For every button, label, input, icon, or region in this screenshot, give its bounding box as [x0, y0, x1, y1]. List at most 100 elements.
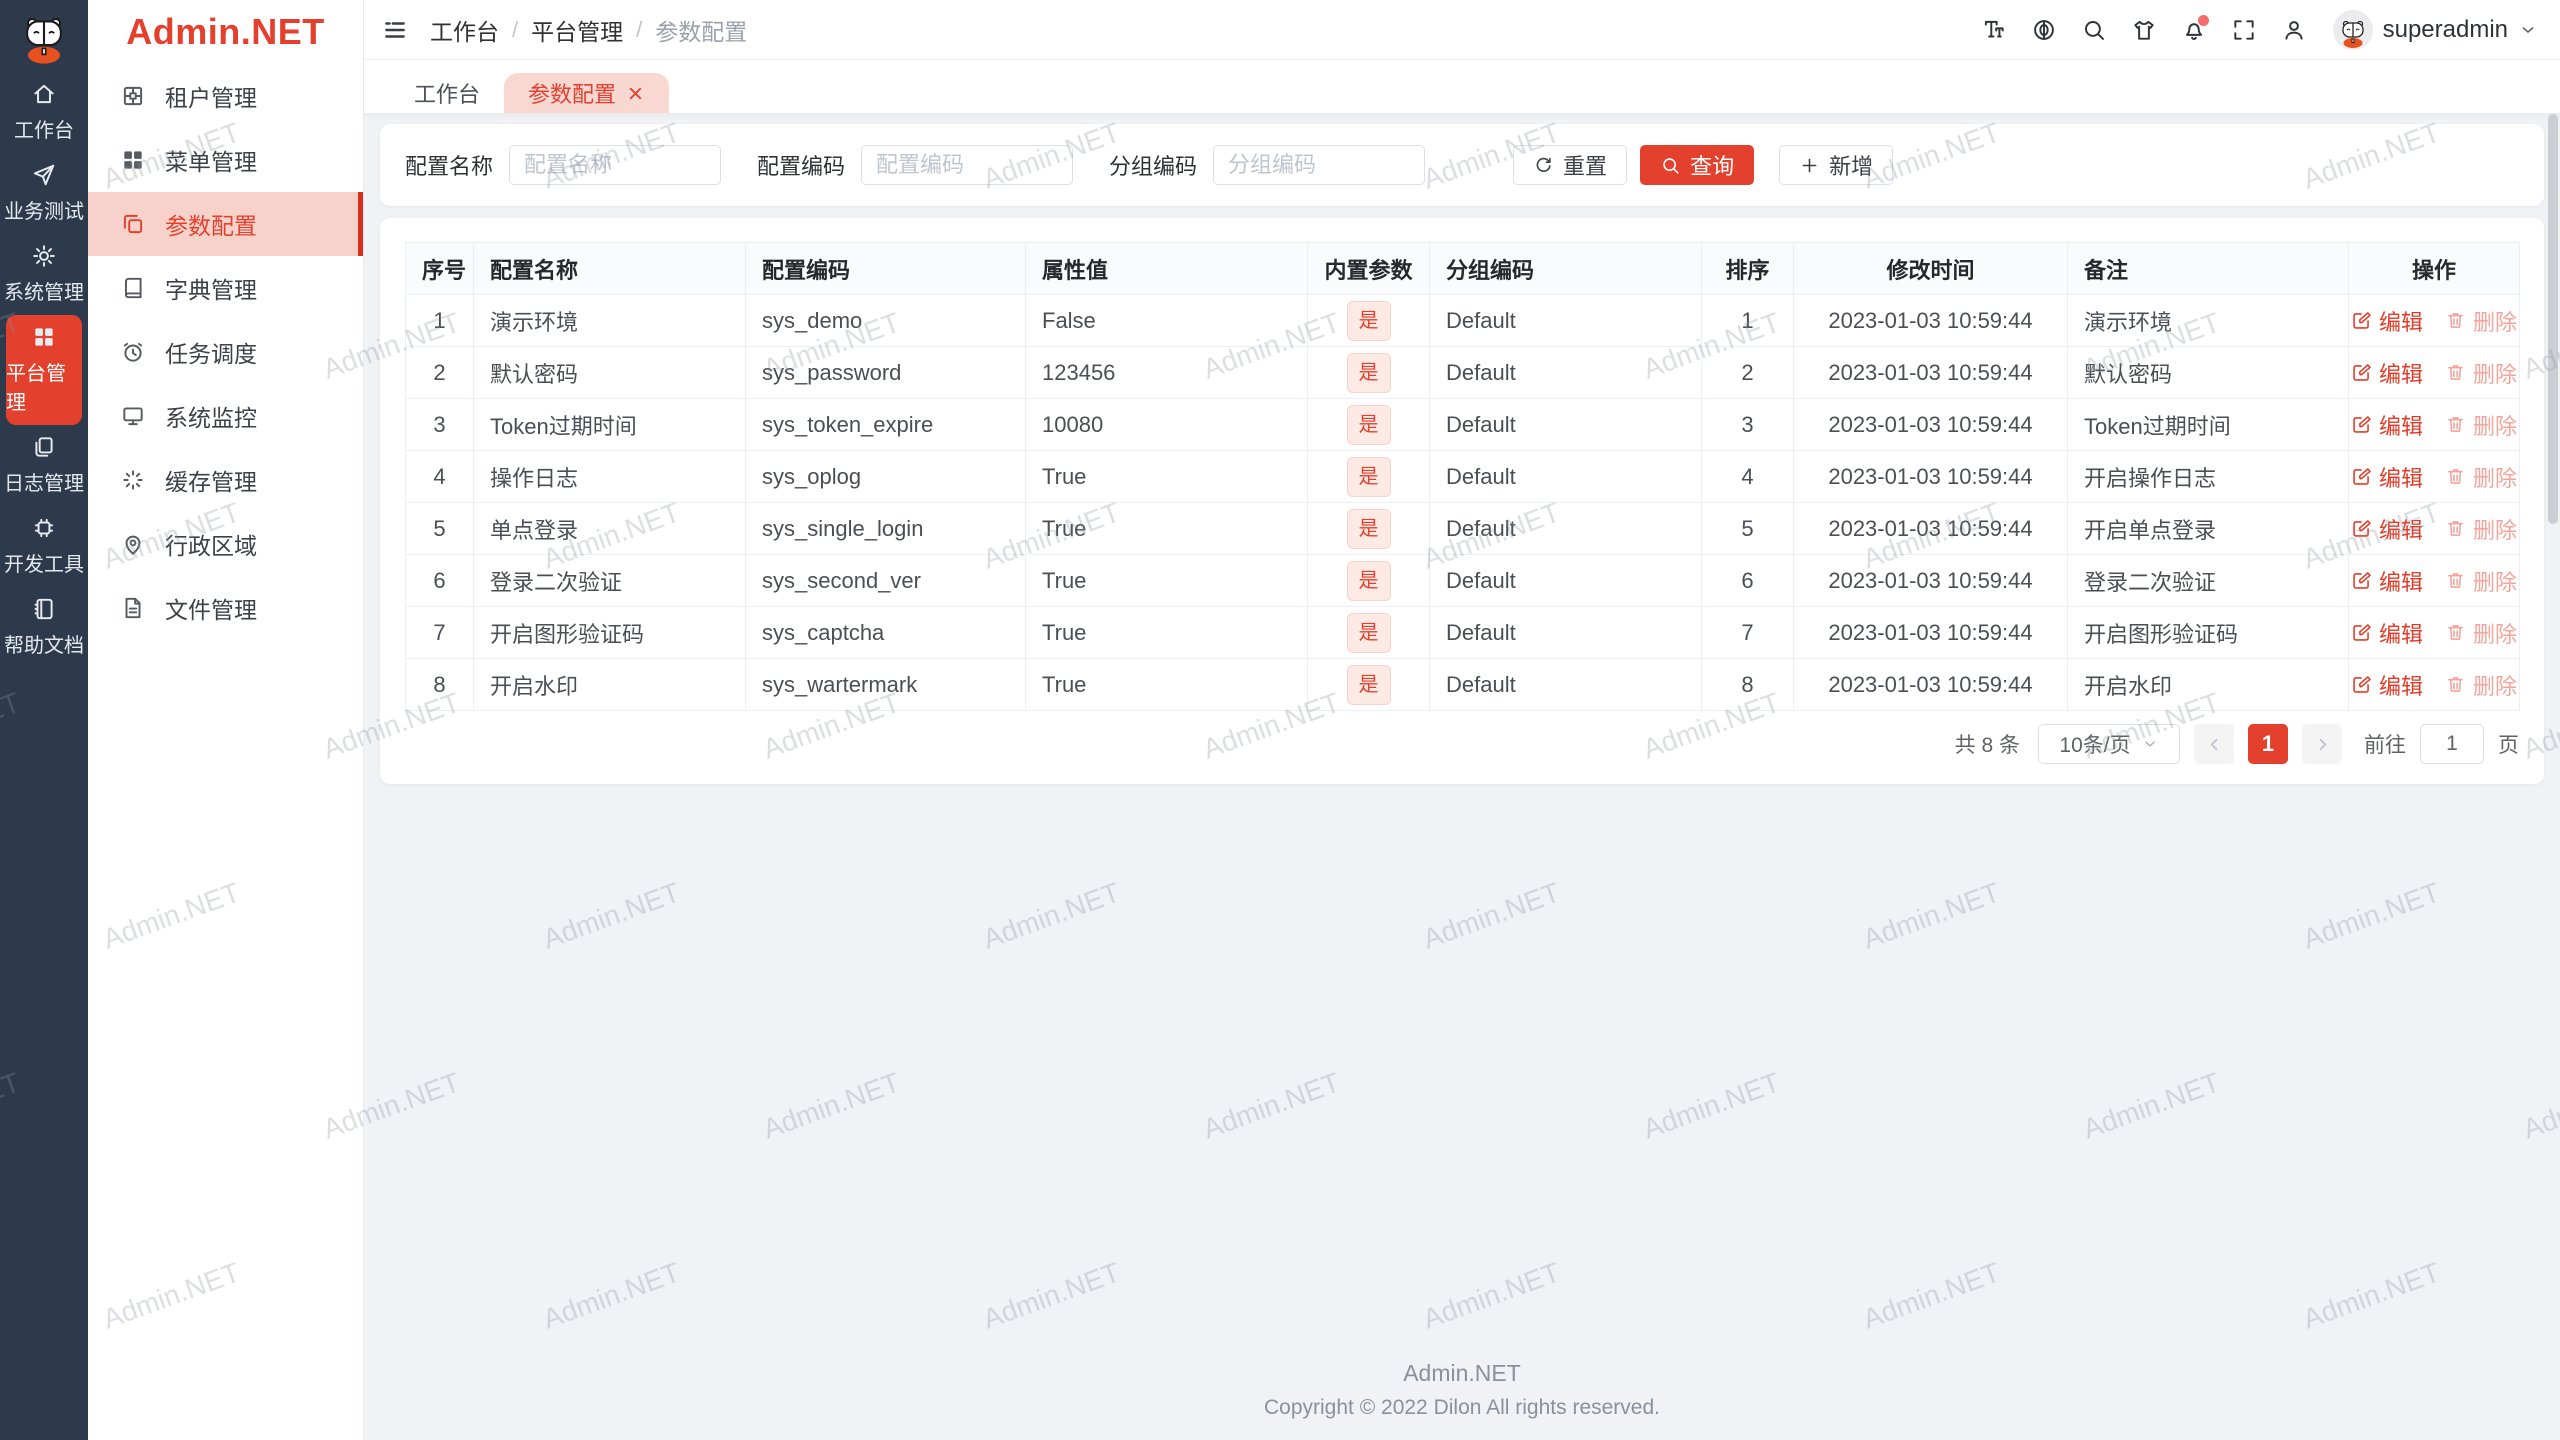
rail-item-gear[interactable]: 系统管理	[0, 234, 88, 315]
cell-sort: 7	[1701, 606, 1794, 659]
edit-button[interactable]: 编辑	[2351, 305, 2423, 337]
rail-item-home[interactable]: 工作台	[0, 72, 88, 153]
builtin-badge: 是	[1346, 352, 1391, 393]
rail-item-notebook[interactable]: 帮助文档	[0, 587, 88, 668]
app-rail: 工作台 业务测试 系统管理 平台管理 日志管理 开发工具帮助文档	[0, 0, 88, 1440]
footer: Admin.NET Copyright © 2022 Dilon All rig…	[380, 1360, 2544, 1426]
profile-icon[interactable]	[2273, 9, 2315, 51]
goto-page-input[interactable]	[2420, 724, 2484, 764]
cell-actions: 编辑 删除	[2348, 450, 2520, 503]
breadcrumb-item[interactable]: 参数配置	[655, 13, 747, 47]
page-size-select[interactable]: 10条/页	[2038, 724, 2180, 764]
tenant-icon	[120, 83, 146, 109]
cell-name: 操作日志	[473, 450, 746, 503]
top-navbar: 工作台 / 平台管理 / 参数配置 superadmin	[364, 0, 2560, 60]
cell-time: 2023-01-03 10:59:44	[1793, 502, 2068, 555]
next-page-button[interactable]	[2302, 724, 2342, 764]
user-menu[interactable]: superadmin	[2332, 9, 2538, 50]
sidebar-item-pin[interactable]: 行政区域	[88, 512, 363, 576]
sidebar-item-clock[interactable]: 任务调度	[88, 320, 363, 384]
query-button[interactable]: 查询	[1640, 145, 1755, 185]
builtin-badge: 是	[1346, 664, 1391, 705]
goto-label: 前往	[2364, 734, 2406, 757]
edit-button[interactable]: 编辑	[2351, 409, 2423, 441]
rail-item-chip[interactable]: 开发工具	[0, 506, 88, 587]
reset-button[interactable]: 重置	[1513, 145, 1628, 185]
cell-group: Default	[1429, 294, 1702, 347]
builtin-badge: 是	[1346, 612, 1391, 653]
tab-工作台[interactable]: 工作台	[390, 73, 504, 113]
book-icon	[120, 275, 146, 301]
rail-item-send[interactable]: 业务测试	[0, 153, 88, 234]
cell-name: 开启图形验证码	[473, 606, 746, 659]
edit-icon	[2351, 310, 2372, 331]
fullscreen-icon[interactable]	[2223, 9, 2265, 51]
tab-参数配置[interactable]: 参数配置	[504, 73, 670, 113]
column-header: 排序	[1701, 242, 1794, 295]
sidebar-fold-icon[interactable]	[378, 13, 412, 47]
cell-group: Default	[1429, 502, 1702, 555]
goto-page-field	[2420, 724, 2484, 764]
sidebar-item-spinner[interactable]: 缓存管理	[88, 448, 363, 512]
search-icon[interactable]	[2073, 9, 2115, 51]
delete-button[interactable]: 删除	[2445, 305, 2517, 337]
edit-button[interactable]: 编辑	[2351, 461, 2423, 493]
edit-icon	[2351, 570, 2372, 591]
cell-index: 6	[405, 554, 474, 607]
delete-button[interactable]: 删除	[2445, 409, 2517, 441]
prev-page-button[interactable]	[2194, 724, 2234, 764]
trash-icon	[2445, 362, 2466, 383]
sidebar-item-file[interactable]: 文件管理	[88, 576, 363, 640]
sidebar-item-param[interactable]: 参数配置	[88, 192, 363, 256]
delete-button[interactable]: 删除	[2445, 461, 2517, 493]
edit-button[interactable]: 编辑	[2351, 513, 2423, 545]
rail-item-label: 帮助文档	[4, 635, 84, 657]
cell-time: 2023-01-03 10:59:44	[1793, 606, 2068, 659]
field-input-1[interactable]	[861, 145, 1074, 185]
edit-button[interactable]: 编辑	[2351, 357, 2423, 389]
cell-code: sys_oplog	[745, 450, 1026, 503]
config-table: 序号 配置名称 配置编码 属性值 内置参数 分组编码 排序 修改时间 备注 操作 1 演示环境 sys…	[405, 242, 2520, 711]
breadcrumb-item[interactable]: 工作台	[430, 13, 499, 47]
theme-icon[interactable]	[2123, 9, 2165, 51]
edit-button[interactable]: 编辑	[2351, 565, 2423, 597]
sidebar-item-book[interactable]: 字典管理	[88, 256, 363, 320]
notebook-icon	[31, 596, 57, 622]
delete-button[interactable]: 删除	[2445, 357, 2517, 389]
field-input-0[interactable]	[509, 145, 722, 185]
notification-icon[interactable]	[2173, 9, 2215, 51]
app-logo-text[interactable]: Admin.NET	[88, 0, 363, 64]
cell-code: sys_token_expire	[745, 398, 1026, 451]
font-size-icon[interactable]	[1973, 9, 2015, 51]
footer-app-name: Admin.NET	[1403, 1360, 1521, 1386]
rail-item-grid[interactable]: 平台管理	[6, 315, 82, 425]
field-input-2[interactable]	[1213, 145, 1426, 185]
sidebar-item-monitor[interactable]: 系统监控	[88, 384, 363, 448]
delete-button[interactable]: 删除	[2445, 669, 2517, 701]
app-logo-mascot[interactable]	[0, 0, 88, 72]
close-icon[interactable]	[626, 84, 645, 103]
add-button[interactable]: 新增	[1779, 145, 1894, 185]
sidebar-item-grid[interactable]: 菜单管理	[88, 128, 363, 192]
edit-button[interactable]: 编辑	[2351, 669, 2423, 701]
delete-button[interactable]: 删除	[2445, 617, 2517, 649]
sidebar-item-tenant[interactable]: 租户管理	[88, 64, 363, 128]
language-icon[interactable]	[2023, 9, 2065, 51]
content-area: 配置名称配置编码分组编码 重置 查询 新增 序号配置名称配置编码属性	[364, 114, 2560, 1440]
page-number-1[interactable]: 1	[2248, 724, 2288, 764]
scrollbar-thumb[interactable]	[2548, 114, 2558, 524]
cell-sort: 3	[1701, 398, 1794, 451]
column-header: 内置参数	[1307, 242, 1430, 295]
breadcrumb-item[interactable]: 平台管理	[531, 13, 623, 47]
cell-value: True	[1025, 658, 1308, 711]
delete-button[interactable]: 删除	[2445, 565, 2517, 597]
sidebar-menu: 租户管理 菜单管理 参数配置 字典管理任务调度系统监控 缓存管理行政区域文件管理	[88, 64, 363, 640]
trash-icon	[2445, 414, 2466, 435]
cell-remark: 默认密码	[2067, 346, 2349, 399]
sidebar-item-label: 文件管理	[165, 597, 257, 623]
delete-button[interactable]: 删除	[2445, 513, 2517, 545]
rail-item-docs[interactable]: 日志管理	[0, 425, 88, 506]
sidebar-item-label: 任务调度	[165, 341, 257, 367]
sidebar-item-label: 行政区域	[165, 533, 257, 559]
edit-button[interactable]: 编辑	[2351, 617, 2423, 649]
